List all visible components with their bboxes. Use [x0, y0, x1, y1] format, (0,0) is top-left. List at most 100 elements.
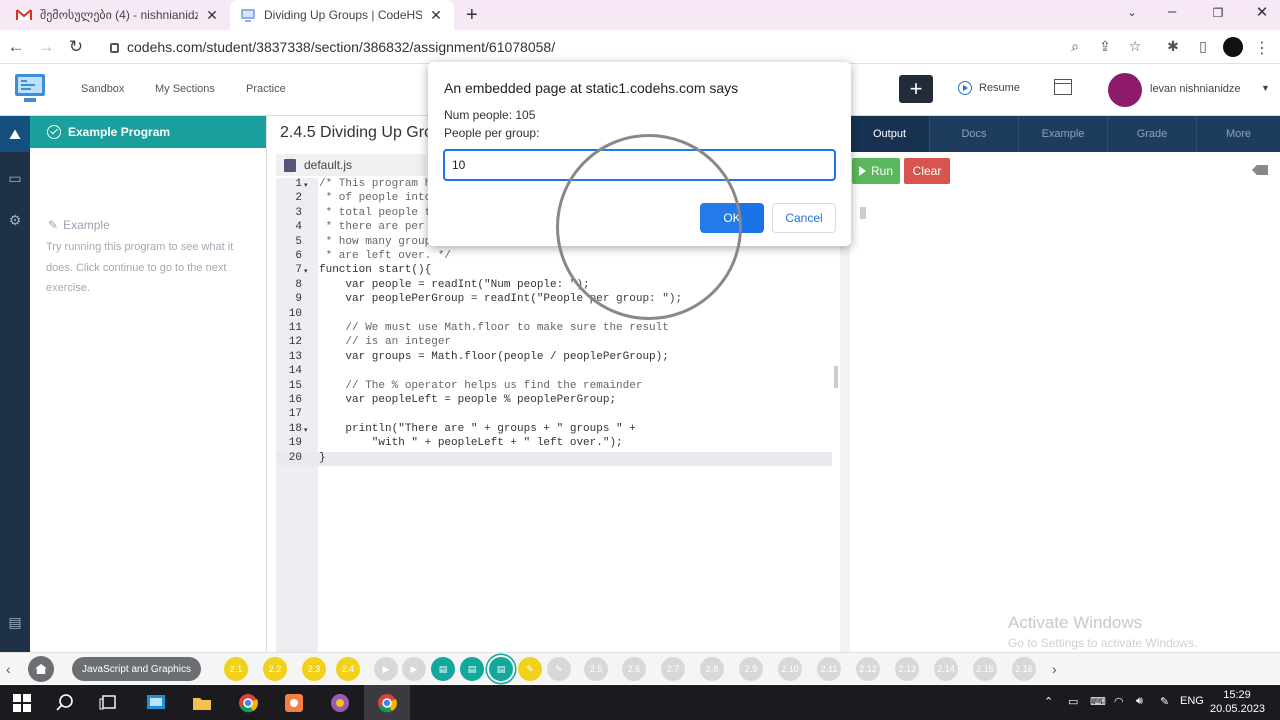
progress-item[interactable]: 2.4	[336, 657, 360, 681]
close-tab-icon[interactable]: ✕	[204, 7, 220, 24]
file-explorer-icon[interactable]	[192, 693, 212, 713]
restore-icon[interactable]: ❐	[1208, 6, 1228, 20]
chrome-icon[interactable]	[377, 693, 397, 713]
chevron-right-icon[interactable]: ›	[1052, 661, 1057, 677]
virtualbox-icon[interactable]	[146, 693, 166, 713]
progress-item[interactable]: 2.9	[739, 657, 763, 681]
resume-button[interactable]: Resume	[958, 81, 1020, 95]
menu-kebab-icon[interactable]: ⋮	[1253, 38, 1271, 57]
layout-icon[interactable]: ▤	[5, 614, 25, 634]
clear-button[interactable]: Clear	[904, 158, 950, 184]
codehs-logo-icon[interactable]	[14, 72, 46, 106]
progress-item[interactable]: 2.3	[302, 657, 326, 681]
progress-item[interactable]: 2.8	[700, 657, 724, 681]
url-field[interactable]: codehs.com/student/3837338/section/38683…	[110, 39, 555, 55]
tab-search-icon[interactable]: ⌄	[1122, 6, 1142, 19]
home-icon[interactable]	[28, 656, 54, 682]
progress-item[interactable]: 2.6	[622, 657, 646, 681]
fold-arrow-icon[interactable]: ▾	[304, 267, 308, 275]
progress-item[interactable]: ▶	[374, 657, 398, 681]
profile-avatar-icon[interactable]	[1223, 37, 1243, 57]
unit-pill[interactable]: JavaScript and Graphics	[72, 657, 201, 681]
progress-item[interactable]: ✎	[518, 657, 542, 681]
minimize-icon[interactable]: –	[1162, 3, 1182, 20]
ok-button[interactable]: OK	[700, 203, 764, 233]
gear-icon[interactable]: ⚙	[5, 212, 25, 232]
map-icon[interactable]: ⛰	[5, 126, 25, 146]
progress-item[interactable]: 2.1	[224, 657, 248, 681]
windows-start-icon[interactable]	[12, 693, 32, 713]
progress-item[interactable]: 2.15	[973, 657, 997, 681]
window-icon[interactable]: ▭	[5, 170, 25, 190]
new-tab-icon[interactable]: +	[466, 4, 478, 27]
nav-sandbox[interactable]: Sandbox	[81, 83, 124, 95]
editor-scrollbar[interactable]	[834, 366, 838, 388]
close-window-icon[interactable]: ✕	[1252, 3, 1272, 21]
extensions-icon[interactable]: ✱	[1164, 38, 1182, 56]
progress-item[interactable]: 2.16	[1012, 657, 1036, 681]
search-icon[interactable]	[55, 693, 75, 713]
avatar[interactable]	[1108, 73, 1142, 107]
chrome-icon[interactable]	[238, 693, 258, 713]
calendar-icon[interactable]	[1054, 79, 1072, 95]
browser-tab-gmail[interactable]: შემოსულები (4) - nishnianidze ✕	[6, 0, 230, 30]
pen-icon[interactable]: ✎	[1160, 695, 1169, 708]
sidebar-item-example-program[interactable]: Example Program	[30, 116, 266, 148]
progress-item[interactable]: 2.13	[895, 657, 919, 681]
volume-icon[interactable]: 🔊︎	[1136, 695, 1143, 708]
file-tab-label: default.js	[304, 158, 353, 172]
wifi-icon[interactable]: ◠	[1114, 695, 1124, 708]
keyboard-icon[interactable]: ⌨	[1090, 695, 1106, 708]
tab-more[interactable]: More	[1197, 116, 1280, 152]
tab-example[interactable]: Example	[1019, 116, 1108, 152]
progress-item[interactable]: ▤	[431, 657, 455, 681]
user-name[interactable]: levan nishnianidze	[1150, 83, 1241, 95]
nav-my-sections[interactable]: My Sections	[155, 83, 215, 95]
progress-item[interactable]: 2.7	[661, 657, 685, 681]
bookmark-star-icon[interactable]: ☆	[1126, 38, 1144, 56]
progress-item[interactable]: 2.10	[778, 657, 802, 681]
forward-icon[interactable]: →	[36, 37, 56, 57]
zoom-icon[interactable]: ⌕	[1066, 38, 1084, 56]
progress-item[interactable]: 2.5	[584, 657, 608, 681]
fold-arrow-icon[interactable]: ▾	[304, 426, 308, 434]
run-label: Run	[870, 164, 893, 178]
prompt-input[interactable]	[443, 149, 836, 181]
battery-icon[interactable]: ▭	[1068, 695, 1078, 708]
progress-item[interactable]: ▶	[402, 657, 426, 681]
progress-item[interactable]: 2.14	[934, 657, 958, 681]
share-icon[interactable]: ⇪	[1096, 38, 1114, 56]
chevron-left-icon[interactable]: ‹	[6, 661, 11, 677]
paint-icon[interactable]	[284, 693, 304, 713]
app-icon[interactable]	[330, 693, 350, 713]
active-line	[276, 452, 832, 466]
progress-item[interactable]: ✎	[547, 657, 571, 681]
progress-item[interactable]: ▤	[489, 657, 513, 681]
reload-icon[interactable]: ↻	[66, 37, 86, 57]
backspace-icon[interactable]	[1252, 165, 1268, 175]
tab-grade[interactable]: Grade	[1108, 116, 1197, 152]
back-icon[interactable]: ←	[6, 37, 26, 57]
tray-chevron-icon[interactable]: ⌃	[1044, 695, 1053, 708]
progress-item[interactable]: ▤	[460, 657, 484, 681]
task-view-icon[interactable]	[99, 693, 119, 713]
side-panel-icon[interactable]: ▯	[1194, 38, 1212, 56]
close-tab-icon[interactable]: ✕	[428, 7, 444, 24]
cancel-button[interactable]: Cancel	[772, 203, 836, 233]
taskbar-clock[interactable]: 15:29 20.05.2023	[1210, 688, 1265, 716]
run-button[interactable]: Run	[852, 158, 900, 184]
progress-item[interactable]: 2.11	[817, 657, 841, 681]
clock-time: 15:29	[1223, 689, 1251, 701]
chevron-down-icon[interactable]: ▼	[1261, 83, 1270, 93]
nav-practice[interactable]: Practice	[246, 83, 286, 95]
tab-docs[interactable]: Docs	[930, 116, 1019, 152]
fold-arrow-icon[interactable]: ▾	[304, 181, 308, 189]
tab-output[interactable]: Output	[850, 116, 930, 152]
line-number: 5	[295, 235, 302, 248]
create-plus-button[interactable]: +	[899, 75, 933, 103]
progress-item[interactable]: 2.12	[856, 657, 880, 681]
progress-item[interactable]: 2.2	[263, 657, 287, 681]
file-tab[interactable]: default.js	[276, 154, 426, 176]
language-indicator[interactable]: ENG	[1180, 695, 1204, 707]
browser-tab-codehs[interactable]: Dividing Up Groups | CodeHS ✕	[230, 0, 454, 30]
